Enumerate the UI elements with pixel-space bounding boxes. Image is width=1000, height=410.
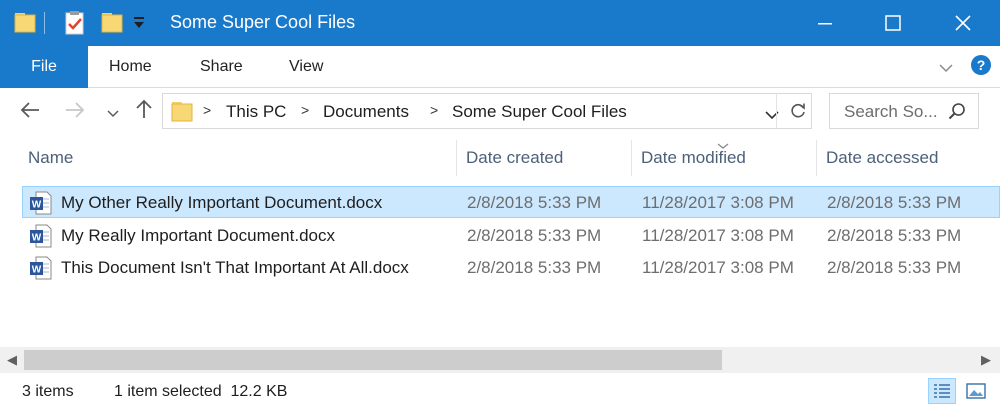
address-divider <box>776 94 777 128</box>
horizontal-scrollbar[interactable]: ◀ ▶ <box>0 347 1000 373</box>
details-view-button[interactable] <box>928 378 956 404</box>
breadcrumb-current-folder[interactable]: Some Super Cool Files <box>452 102 627 122</box>
refresh-icon[interactable] <box>789 102 807 125</box>
tab-file[interactable]: File <box>0 46 88 88</box>
svg-text:W: W <box>32 200 42 211</box>
file-row[interactable]: W My Other Really Important Document.doc… <box>22 186 1000 218</box>
back-arrow-icon[interactable] <box>20 101 40 124</box>
close-button[interactable] <box>928 0 998 46</box>
search-box[interactable]: Search So... <box>829 93 979 129</box>
column-header-date-accessed[interactable]: Date accessed <box>817 140 1000 176</box>
column-header-name[interactable]: Name <box>19 140 456 176</box>
help-icon[interactable]: ? <box>970 54 992 81</box>
forward-arrow-icon[interactable] <box>65 101 85 124</box>
breadcrumb-documents[interactable]: Documents <box>323 102 409 122</box>
large-icons-view-icon <box>966 383 986 399</box>
search-icon[interactable] <box>948 102 966 125</box>
file-date-modified: 11/28/2017 3:08 PM <box>642 258 794 277</box>
file-date-modified: 11/28/2017 3:08 PM <box>642 226 794 245</box>
minimize-button[interactable] <box>790 0 860 46</box>
breadcrumb-this-pc[interactable]: This PC <box>226 102 286 122</box>
file-date-accessed: 2/8/2018 5:33 PM <box>827 258 962 277</box>
file-date-created: 2/8/2018 5:33 PM <box>467 258 602 277</box>
scroll-right-arrow-icon[interactable]: ▶ <box>981 352 991 368</box>
search-input[interactable]: Search So... <box>844 102 938 122</box>
word-document-icon: W <box>30 191 52 220</box>
word-document-icon: W <box>30 224 52 253</box>
status-item-count: 3 items <box>22 383 74 400</box>
file-row[interactable]: W This Document Isn't That Important At … <box>22 251 1000 283</box>
breadcrumb-separator-icon[interactable]: > <box>301 102 309 118</box>
toolbar-separator <box>44 12 45 34</box>
file-name[interactable]: This Document Isn't That Important At Al… <box>61 258 409 278</box>
breadcrumb-separator-icon[interactable]: > <box>203 102 211 118</box>
file-row[interactable]: W My Really Important Document.docx 2/8/… <box>22 219 1000 251</box>
folder-icon <box>171 99 193 128</box>
window-title: Some Super Cool Files <box>170 12 356 32</box>
properties-icon[interactable] <box>64 10 86 41</box>
maximize-button[interactable] <box>858 0 928 46</box>
scroll-left-arrow-icon[interactable]: ◀ <box>7 352 17 368</box>
details-view-icon <box>934 384 950 398</box>
svg-text:W: W <box>32 233 42 244</box>
word-document-icon: W <box>30 256 52 285</box>
tab-share[interactable]: Share <box>200 46 243 88</box>
file-date-modified: 11/28/2017 3:08 PM <box>642 193 794 212</box>
file-name[interactable]: My Other Really Important Document.docx <box>61 193 382 213</box>
minimize-icon <box>818 23 832 25</box>
expand-ribbon-chevron-icon[interactable] <box>939 60 953 78</box>
status-bar: 3 items 1 item selected 12.2 KB <box>0 373 1000 410</box>
tab-view[interactable]: View <box>289 46 323 88</box>
file-date-accessed: 2/8/2018 5:33 PM <box>827 226 962 245</box>
customize-toolbar-chevron-icon[interactable] <box>132 16 146 35</box>
sort-descending-chevron-icon <box>717 137 729 155</box>
folder-icon <box>14 10 36 39</box>
title-bar: Some Super Cool Files <box>0 0 1000 46</box>
up-arrow-icon[interactable] <box>135 99 153 124</box>
recent-locations-chevron-icon[interactable] <box>107 105 119 123</box>
ribbon: File Home Share View ? <box>0 46 1000 88</box>
address-bar[interactable]: > This PC > Documents > Some Super Cool … <box>162 93 812 129</box>
file-date-created: 2/8/2018 5:33 PM <box>467 193 602 212</box>
file-date-accessed: 2/8/2018 5:33 PM <box>827 193 962 212</box>
tab-home[interactable]: Home <box>109 46 152 88</box>
scrollbar-thumb[interactable] <box>24 350 722 370</box>
large-icons-view-button[interactable] <box>962 378 990 404</box>
svg-text:?: ? <box>977 57 986 73</box>
breadcrumb-separator-icon[interactable]: > <box>430 102 438 118</box>
file-name[interactable]: My Really Important Document.docx <box>61 226 335 246</box>
maximize-icon <box>885 15 901 31</box>
close-icon <box>955 15 971 31</box>
new-folder-icon[interactable] <box>101 10 123 39</box>
status-selection: 1 item selected 12.2 KB <box>114 383 288 400</box>
file-date-created: 2/8/2018 5:33 PM <box>467 226 602 245</box>
svg-text:W: W <box>32 265 42 276</box>
column-header-date-created[interactable]: Date created <box>457 140 631 176</box>
